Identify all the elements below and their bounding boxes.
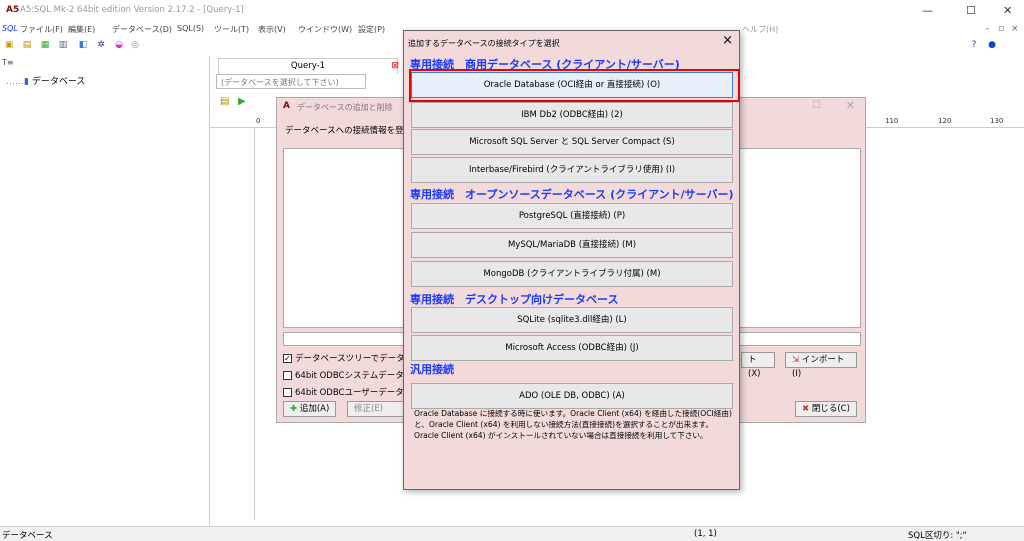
checkbox-show-in-tree[interactable]: ✓ データベースツリーでデータベー <box>283 352 422 364</box>
status-bar: データベース (1, 1) SQL区切り: ";" <box>0 526 1024 541</box>
menu-view[interactable]: 表示(V) <box>258 24 286 35</box>
ruler-mark-120: 120 <box>938 117 952 125</box>
section-commercial: 専用接続 商用データベース (クライアント/サーバー) <box>410 58 680 71</box>
menu-edit[interactable]: 編集(E) <box>68 24 95 35</box>
ruler-mark-110: 110 <box>885 117 899 125</box>
description-text: Oracle Database に接続する時に使います。Oracle Clien… <box>414 409 732 440</box>
ruler-mark-0: 0 <box>256 117 261 125</box>
option-mysql[interactable]: MySQL/MariaDB (直接接続) (M) <box>411 232 733 258</box>
option-access[interactable]: Microsoft Access (ODBC経由) (J) <box>411 335 733 361</box>
option-db2[interactable]: IBM Db2 (ODBC経由) (2) <box>411 102 733 128</box>
tab-label: Query-1 <box>290 61 326 71</box>
modify-button[interactable]: 修正(E) <box>347 401 407 417</box>
export-button-label: ト(X) <box>748 355 761 379</box>
status-left: データベース <box>2 531 53 541</box>
database-tree-pane: T≡ ……▮ データベース <box>0 56 210 526</box>
checkbox-odbc-user[interactable]: 64bit ODBCユーザーデータソー <box>283 386 421 398</box>
info-icon[interactable]: ● <box>987 40 997 50</box>
minimize-button[interactable]: — <box>922 4 933 17</box>
help-circle-icon[interactable]: ◎ <box>130 40 140 50</box>
dialog-close-button[interactable]: ✕ <box>846 99 855 112</box>
print-icon[interactable]: ▥ <box>58 40 68 50</box>
export-button[interactable]: ト(X) <box>741 352 775 379</box>
close-x-icon: ✖ <box>802 404 810 414</box>
tool-icon[interactable]: ◒ <box>114 40 124 50</box>
import-button[interactable]: ⇲ インポート(I) <box>785 352 857 379</box>
close-dialog-button[interactable]: ✖ 閉じる(C) <box>795 401 857 417</box>
dialog-close-button[interactable]: × <box>722 33 733 48</box>
checkbox-box[interactable] <box>283 388 292 397</box>
option-firebird[interactable]: Interbase/Firebird (クライアントライブラリ使用) (I) <box>411 157 733 183</box>
menu-help[interactable]: ヘルプ(H) <box>742 24 778 35</box>
dialog-maximize-button[interactable]: ☐ <box>812 100 821 111</box>
menu-sql-icon[interactable]: SQL <box>2 24 18 33</box>
checkbox-box[interactable] <box>283 371 292 380</box>
checkbox-label: 64bit ODBCシステムデータソー <box>295 371 421 381</box>
checkbox-box[interactable]: ✓ <box>283 354 292 363</box>
option-ado[interactable]: ADO (OLE DB, ODBC) (A) <box>411 383 733 409</box>
option-mongodb[interactable]: MongoDB (クライアントライブラリ付属) (M) <box>411 261 733 287</box>
ruler-mark-130: 130 <box>990 117 1004 125</box>
new-file-icon[interactable]: ▣ <box>4 40 14 50</box>
run-folder-icon[interactable]: ▤ <box>220 96 229 107</box>
close-dialog-button-label: 閉じる(C) <box>811 404 850 414</box>
import-button-label: インポート(I) <box>792 355 845 379</box>
gear-icon[interactable]: ✲ <box>96 40 106 50</box>
close-button[interactable]: ✕ <box>1003 4 1012 17</box>
mdi-close-button[interactable]: × <box>1011 24 1019 34</box>
menu-database[interactable]: データベース(D) <box>112 24 172 35</box>
option-sqlite[interactable]: SQLite (sqlite3.dll経由) (L) <box>411 307 733 333</box>
dialog-title: 追加するデータベースの接続タイプを選択 <box>408 39 560 48</box>
save-icon[interactable]: ▦ <box>40 40 50 50</box>
modify-button-label: 修正(E) <box>354 404 384 414</box>
status-sql-separator: SQL区切り: ";" <box>908 531 967 541</box>
option-postgresql[interactable]: PostgreSQL (直接接続) (P) <box>411 203 733 229</box>
tab-close-icon[interactable]: ⊠ <box>391 59 399 74</box>
status-position: (1, 1) <box>694 529 717 539</box>
app-icon: A5 <box>6 5 20 15</box>
tree-root[interactable]: ……▮ データベース <box>6 74 85 87</box>
option-oracle[interactable]: Oracle Database (OCI経由 or 直接接続) (O) <box>411 72 733 98</box>
window-title: A5:SQL Mk-2 64bit edition Version 2.17.2… <box>20 5 244 15</box>
database-selector[interactable]: (データベースを選択して下さい) <box>216 74 366 89</box>
run-icon[interactable]: ▶ <box>238 96 246 107</box>
dialog-title: データベースの追加と削除 <box>297 103 393 112</box>
tree-root-label: データベース <box>31 77 86 87</box>
option-sqlserver[interactable]: Microsoft SQL Server と SQL Server Compac… <box>411 129 733 155</box>
checkbox-label: 64bit ODBCユーザーデータソー <box>295 388 421 398</box>
menu-sql[interactable]: SQL(S) <box>177 24 204 33</box>
dialog-header: データベースへの接続情報を登録 <box>285 126 413 136</box>
menu-file[interactable]: ファイル(F) <box>20 24 63 35</box>
add-button-label: 追加(A) <box>299 404 330 414</box>
maximize-button[interactable]: ☐ <box>966 4 976 17</box>
checkbox-odbc-system[interactable]: 64bit ODBCシステムデータソー <box>283 369 421 381</box>
import-icon: ⇲ <box>792 355 800 365</box>
title-bar: A5 A5:SQL Mk-2 64bit edition Version 2.1… <box>0 0 1024 22</box>
connection-type-dialog: 追加するデータベースの接続タイプを選択 × 専用接続 商用データベース (クライ… <box>403 30 740 490</box>
section-desktop: 専用接続 デスクトップ向けデータベース <box>410 293 619 306</box>
copy-icon[interactable]: ◧ <box>78 40 88 50</box>
help-icon[interactable]: ? <box>969 40 979 50</box>
menu-window[interactable]: ウインドウ(W) <box>298 24 352 35</box>
section-opensource: 専用接続 オープンソースデータベース (クライアント/サーバー) <box>410 188 734 201</box>
open-folder-icon[interactable]: ▤ <box>22 40 32 50</box>
tab-query-1[interactable]: Query-1 ⊠ <box>218 58 399 74</box>
mdi-restore-button[interactable]: ▫ <box>998 24 1004 34</box>
mdi-minimize-button[interactable]: – <box>985 24 990 34</box>
add-button[interactable]: ✚ 追加(A) <box>283 401 337 417</box>
menu-settings[interactable]: 設定(P) <box>358 24 385 35</box>
menu-tools[interactable]: ツール(T) <box>214 24 249 35</box>
dialog-app-icon: A <box>283 101 290 111</box>
tree-toolbar-icon[interactable]: T≡ <box>2 58 14 67</box>
section-generic: 汎用接続 <box>410 363 454 376</box>
plus-icon: ✚ <box>290 404 298 414</box>
